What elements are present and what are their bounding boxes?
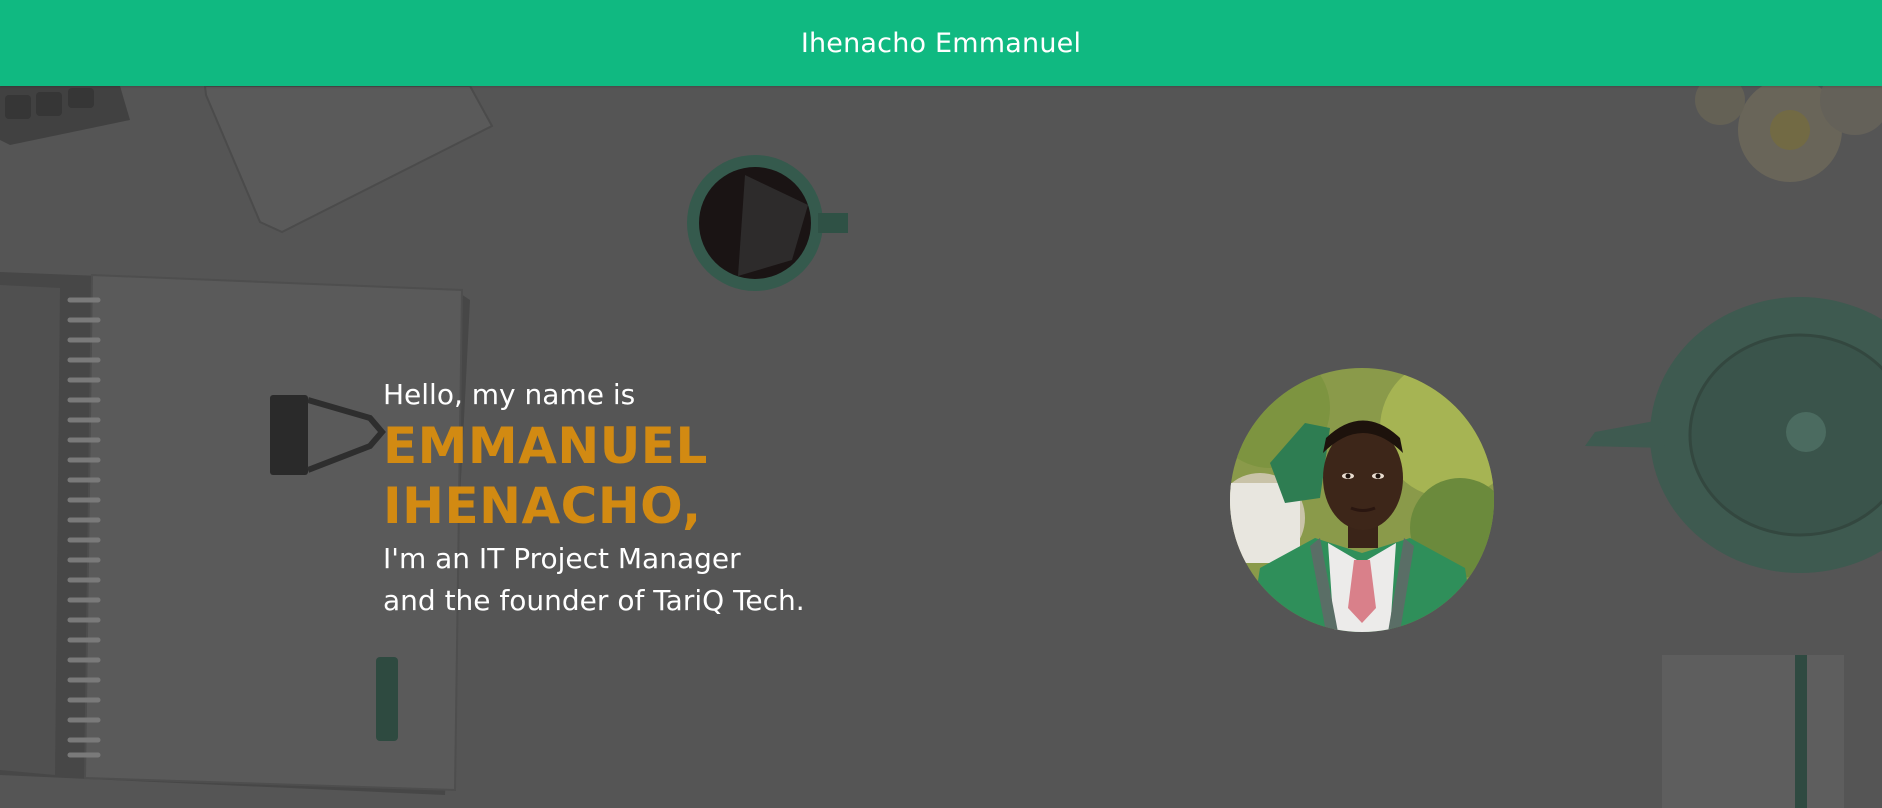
role-line-1: I'm an IT Project Manager [383,542,741,575]
site-title[interactable]: Ihenacho Emmanuel [801,28,1081,59]
greeting-text: Hello, my name is [383,378,636,411]
profile-avatar [1230,368,1494,632]
name-second-line: IHENACHO, [383,477,702,535]
role-line-2: and the founder of TariQ Tech. [383,584,805,617]
desk-background-image [0,0,1882,808]
hero-intro: Hello, my name is EMMANUEL IHENACHO, I'm… [383,378,805,622]
profile-photo-icon [1230,368,1494,632]
page: Ihenacho Emmanuel Hello, my name is EMMA… [0,0,1882,808]
name-first-line: EMMANUEL [383,417,708,475]
header-bar: Ihenacho Emmanuel [0,0,1882,86]
